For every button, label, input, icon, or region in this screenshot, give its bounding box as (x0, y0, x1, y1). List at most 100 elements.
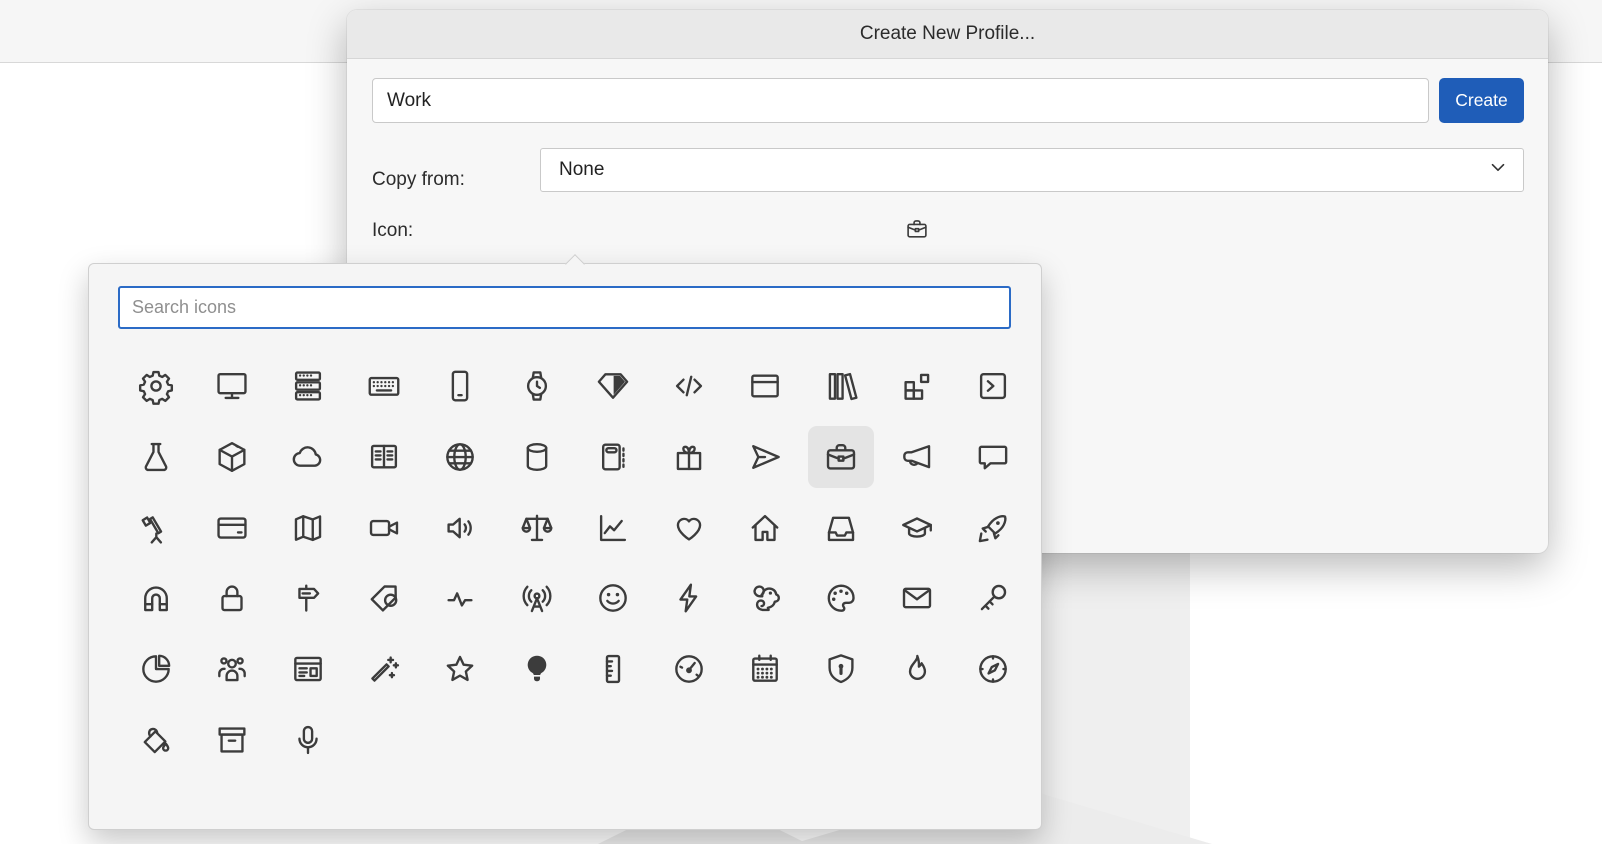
icon-cell-magnet[interactable] (118, 563, 194, 634)
icon-cell-device-camera-video[interactable] (346, 492, 422, 563)
icon-cell-device-mobile[interactable] (422, 351, 498, 422)
icon-cell-smiley[interactable] (575, 563, 651, 634)
icon-cell-heart[interactable] (651, 492, 727, 563)
icon-cell-window[interactable] (727, 351, 803, 422)
icon-cell-archive[interactable] (194, 704, 270, 775)
icon-cell-wand[interactable] (346, 634, 422, 705)
copy-from-select[interactable]: None (540, 148, 1524, 192)
icon-cell-terminal[interactable] (955, 351, 1031, 422)
dialog-title: Create New Profile... (860, 23, 1035, 45)
zap-icon (670, 579, 708, 617)
pulse-icon (441, 579, 479, 617)
icon-cell-pad (732, 567, 798, 629)
icon-cell-dashboard[interactable] (651, 634, 727, 705)
icon-cell-megaphone[interactable] (879, 422, 955, 493)
icon-cell-flame[interactable] (879, 634, 955, 705)
icon-cell-pie-chart[interactable] (118, 634, 194, 705)
icon-cell-preview[interactable] (270, 634, 346, 705)
icon-cell-symbol-color[interactable] (803, 563, 879, 634)
icon-cell-ruler[interactable] (575, 634, 651, 705)
icon-cell-comment[interactable] (955, 422, 1031, 493)
icon-cell-package[interactable] (194, 422, 270, 493)
icon-cell-briefcase[interactable] (803, 422, 879, 493)
icon-cell-settings-gear[interactable] (118, 351, 194, 422)
icon-cell-mic[interactable] (270, 704, 346, 775)
icon-cell-pad (808, 355, 874, 417)
icon-cell-calendar[interactable] (727, 634, 803, 705)
icon-cell-telescope[interactable] (118, 492, 194, 563)
icon-cell-cloud[interactable] (270, 422, 346, 493)
icon-cell-globe[interactable] (422, 422, 498, 493)
icon-cell-pad (656, 355, 722, 417)
icon-cell-pad (275, 709, 341, 771)
icon-cell-credit-card[interactable] (194, 492, 270, 563)
icon-cell-beaker[interactable] (118, 422, 194, 493)
profile-name-input[interactable] (372, 78, 1429, 123)
credit-card-icon (213, 509, 251, 547)
icon-cell-code[interactable] (651, 351, 727, 422)
window-icon (746, 367, 784, 405)
icon-cell-compass[interactable] (955, 634, 1031, 705)
icon-cell-database[interactable] (498, 422, 574, 493)
lock-icon (213, 579, 251, 617)
star-empty-icon (441, 650, 479, 688)
icon-cell-pad (960, 567, 1026, 629)
icon-cell-pad (504, 497, 570, 559)
icon-cell-pad (351, 497, 417, 559)
icon-cell-pad (656, 567, 722, 629)
icon-cell-lightbulb[interactable] (498, 634, 574, 705)
icon-cell-rocket[interactable] (955, 492, 1031, 563)
preview-icon (289, 650, 327, 688)
icon-cell-inbox[interactable] (803, 492, 879, 563)
magnet-icon (137, 579, 175, 617)
device-mobile-icon (441, 367, 479, 405)
icon-cell-pad (351, 426, 417, 488)
icon-cell-server[interactable] (270, 351, 346, 422)
icon-cell-send[interactable] (727, 422, 803, 493)
icon-cell-paint-bucket[interactable] (118, 704, 194, 775)
icon-cell-unmute[interactable] (422, 492, 498, 563)
icon-cell-pad (732, 355, 798, 417)
icon-cell-shield[interactable] (803, 634, 879, 705)
icon-cell-key[interactable] (955, 563, 1031, 634)
icon-search-input[interactable] (118, 286, 1011, 329)
icon-cell-pad (732, 497, 798, 559)
icon-cell-graph-line[interactable] (575, 492, 651, 563)
icon-cell-pad (732, 638, 798, 700)
icon-cell-pad (123, 567, 189, 629)
icon-cell-map[interactable] (270, 492, 346, 563)
icon-cell-watch[interactable] (498, 351, 574, 422)
icon-cell-pad (960, 638, 1026, 700)
create-button[interactable]: Create (1439, 78, 1524, 123)
icon-cell-zap[interactable] (651, 563, 727, 634)
smiley-icon (594, 579, 632, 617)
icon-cell-pad (351, 638, 417, 700)
mail-icon (898, 579, 936, 617)
icon-cell-ruby[interactable] (575, 351, 651, 422)
icon-cell-squirrel[interactable] (727, 563, 803, 634)
icon-cell-law[interactable] (498, 492, 574, 563)
icon-cell-pulse[interactable] (422, 563, 498, 634)
archive-icon (213, 721, 251, 759)
icon-cell-gift[interactable] (651, 422, 727, 493)
icon-cell-keyboard[interactable] (346, 351, 422, 422)
icon-cell-broadcast[interactable] (498, 563, 574, 634)
icon-cell-organization[interactable] (194, 634, 270, 705)
icon-cell-book[interactable] (346, 422, 422, 493)
icon-cell-library[interactable] (803, 351, 879, 422)
icon-cell-milestone[interactable] (270, 563, 346, 634)
icon-cell-mortar-board[interactable] (879, 492, 955, 563)
icon-cell-lock[interactable] (194, 563, 270, 634)
icon-grid (118, 351, 1031, 775)
selected-icon-preview[interactable] (904, 216, 930, 242)
pie-chart-icon (137, 650, 175, 688)
icon-cell-extensions[interactable] (879, 351, 955, 422)
icon-cell-star-empty[interactable] (422, 634, 498, 705)
cloud-icon (289, 438, 327, 476)
ruby-icon (594, 367, 632, 405)
icon-cell-mail[interactable] (879, 563, 955, 634)
icon-cell-tag[interactable] (346, 563, 422, 634)
icon-cell-notebook[interactable] (575, 422, 651, 493)
icon-cell-vm[interactable] (194, 351, 270, 422)
icon-cell-home[interactable] (727, 492, 803, 563)
